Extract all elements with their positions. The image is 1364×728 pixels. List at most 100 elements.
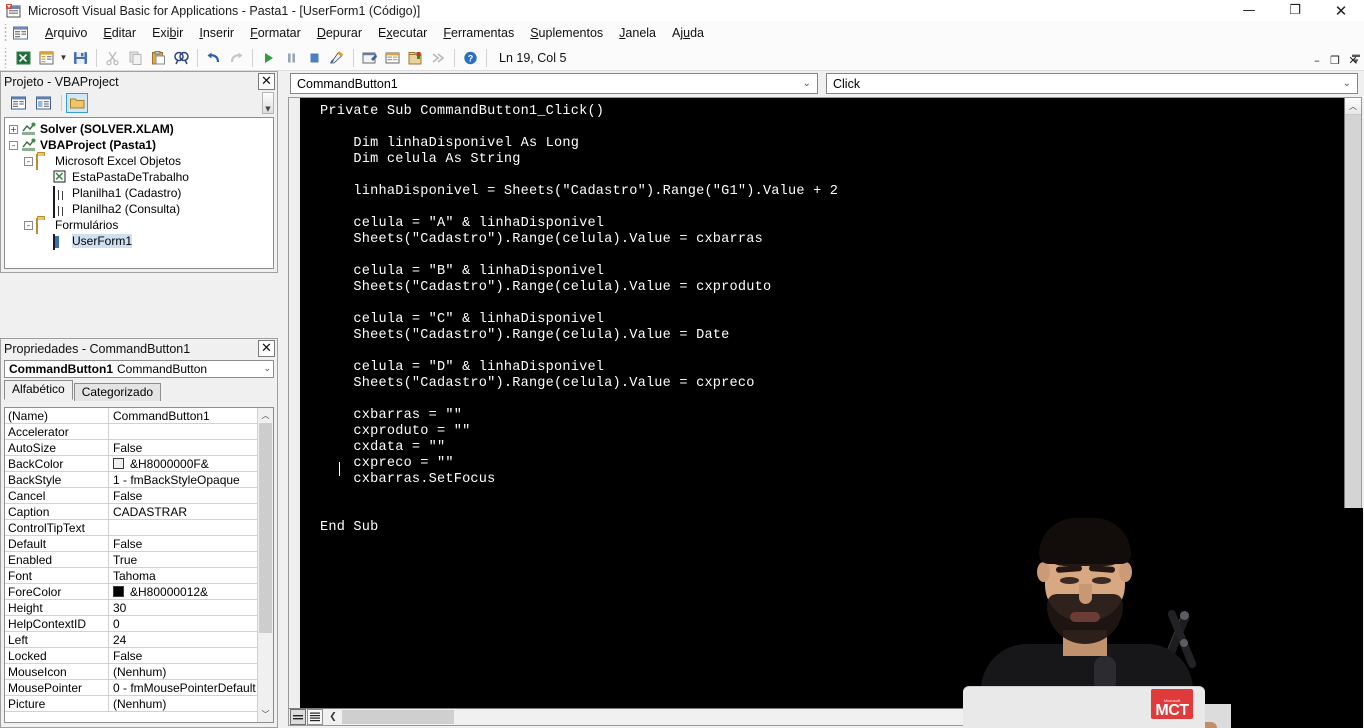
- expander-icon[interactable]: +: [9, 124, 18, 134]
- code-text[interactable]: Private Sub CommandButton1_Click() Dim l…: [302, 98, 1344, 708]
- property-value[interactable]: False: [109, 488, 257, 503]
- property-value[interactable]: 0: [109, 616, 257, 631]
- property-value[interactable]: CADASTRAR: [109, 504, 257, 519]
- scroll-down-icon[interactable]: ﹀: [1345, 691, 1361, 708]
- chevron-down-icon[interactable]: ▼: [58, 47, 69, 69]
- object-combo[interactable]: CommandButton1 ⌄: [290, 73, 818, 94]
- toolbar-grip[interactable]: [2, 47, 10, 68]
- table-row[interactable]: (Name) CommandButton1: [5, 408, 257, 424]
- project-explorer-scroll-thumb[interactable]: ▼: [262, 92, 274, 114]
- scroll-up-icon[interactable]: ︿: [1345, 98, 1361, 115]
- table-row[interactable]: MousePointer 0 - fmMousePointerDefault: [5, 680, 257, 696]
- project-tree[interactable]: + Solver (SOLVER.XLAM) – VBAProject (Pas…: [4, 117, 274, 269]
- object-selector-combo[interactable]: CommandButton1 CommandButton ⌄: [4, 360, 274, 378]
- table-row[interactable]: Cancel False: [5, 488, 257, 504]
- chevron-down-icon[interactable]: ⌄: [1343, 78, 1351, 89]
- menu-item-depurar[interactable]: Depurar: [309, 23, 370, 44]
- menubar-grip[interactable]: [2, 24, 10, 42]
- table-row[interactable]: Locked False: [5, 648, 257, 664]
- chevron-down-icon[interactable]: ⌄: [803, 78, 811, 89]
- property-value[interactable]: False: [109, 440, 257, 455]
- expander-icon[interactable]: –: [9, 140, 18, 150]
- scroll-down-icon[interactable]: ﹀: [258, 707, 273, 722]
- code-vertical-scrollbar[interactable]: ︿ ﹀: [1344, 98, 1361, 708]
- property-value[interactable]: CommandButton1: [109, 408, 257, 423]
- property-value[interactable]: False: [109, 536, 257, 551]
- horizontal-scrollbar-thumb[interactable]: [342, 710, 454, 724]
- scrollbar-track[interactable]: [1345, 115, 1361, 691]
- menu-item-editar[interactable]: Editar: [95, 23, 144, 44]
- property-value[interactable]: 30: [109, 600, 257, 615]
- menu-item-inserir[interactable]: Inserir: [191, 23, 242, 44]
- properties-window-icon[interactable]: [381, 47, 404, 69]
- project-explorer-close-button[interactable]: ✕: [258, 73, 275, 90]
- tab-alfabetico[interactable]: Alfabético: [4, 380, 73, 400]
- find-icon[interactable]: [170, 47, 193, 69]
- property-value[interactable]: 24: [109, 632, 257, 647]
- table-row[interactable]: Left 24: [5, 632, 257, 648]
- table-row[interactable]: Enabled True: [5, 552, 257, 568]
- undo-icon[interactable]: [202, 47, 225, 69]
- table-row[interactable]: Accelerator: [5, 424, 257, 440]
- properties-close-button[interactable]: ✕: [258, 340, 275, 357]
- close-button[interactable]: ✕: [1318, 0, 1364, 21]
- code-horizontal-scrollbar[interactable]: ❮ ❯: [289, 708, 1361, 725]
- property-value[interactable]: (Nenhum): [109, 664, 257, 679]
- object-browser-icon[interactable]: [404, 47, 427, 69]
- menu-item-exibir[interactable]: Exibir: [144, 23, 191, 44]
- table-row[interactable]: AutoSize False: [5, 440, 257, 456]
- property-value[interactable]: False: [109, 648, 257, 663]
- menu-item-formatar[interactable]: Formatar: [242, 23, 309, 44]
- properties-scrollbar[interactable]: ︿ ﹀: [257, 408, 273, 722]
- tree-node-userform1[interactable]: UserForm1: [7, 233, 271, 250]
- horizontal-scrollbar-track[interactable]: [454, 709, 1330, 725]
- expander-icon[interactable]: –: [24, 220, 33, 230]
- chevron-down-icon[interactable]: ⌄: [263, 364, 271, 374]
- table-row[interactable]: Height 30: [5, 600, 257, 616]
- table-row[interactable]: Font Tahoma: [5, 568, 257, 584]
- property-value[interactable]: &H80000012&: [109, 584, 257, 599]
- tree-node-vbaproject[interactable]: – VBAProject (Pasta1): [7, 137, 271, 153]
- menu-item-suplementos[interactable]: Suplementos: [522, 23, 611, 44]
- table-row[interactable]: Picture (Nenhum): [5, 696, 257, 712]
- toggle-folders-icon[interactable]: [66, 93, 88, 113]
- resize-grip[interactable]: [1347, 710, 1361, 724]
- mdi-restore-button[interactable]: ❐: [1326, 51, 1344, 69]
- expander-icon[interactable]: –: [24, 156, 33, 166]
- scrollbar-thumb[interactable]: [259, 423, 272, 633]
- view-object-icon[interactable]: [32, 93, 54, 113]
- mdi-minimize-button[interactable]: –: [1308, 51, 1326, 69]
- property-value[interactable]: [109, 424, 257, 439]
- property-value[interactable]: (Nenhum): [109, 696, 257, 711]
- tree-node-planilha2[interactable]: Planilha2 (Consulta): [7, 201, 271, 218]
- procedure-view-icon[interactable]: [290, 709, 306, 725]
- tree-node-estapastadetrabalho[interactable]: EstaPastaDeTrabalho: [7, 169, 271, 185]
- code-editor-area[interactable]: Private Sub CommandButton1_Click() Dim l…: [288, 97, 1362, 726]
- insert-userform-icon[interactable]: [35, 47, 58, 69]
- tree-node-formularios[interactable]: – Formulários: [7, 217, 271, 234]
- property-value[interactable]: 0 - fmMousePointerDefault: [109, 680, 257, 695]
- table-row[interactable]: MouseIcon (Nenhum): [5, 664, 257, 680]
- table-row[interactable]: Caption CADASTRAR: [5, 504, 257, 520]
- mdi-close-button[interactable]: ✕: [1344, 51, 1362, 69]
- full-module-view-icon[interactable]: [307, 709, 323, 725]
- table-row[interactable]: ControlTipText: [5, 520, 257, 536]
- property-value[interactable]: [109, 520, 257, 535]
- procedure-combo[interactable]: Click ⌄: [826, 73, 1358, 94]
- menu-item-executar[interactable]: Executar: [370, 23, 435, 44]
- table-row[interactable]: BackStyle 1 - fmBackStyleOpaque: [5, 472, 257, 488]
- property-value[interactable]: True: [109, 552, 257, 567]
- run-icon[interactable]: [257, 47, 280, 69]
- menu-item-ferramentas[interactable]: Ferramentas: [435, 23, 522, 44]
- tree-node-planilha1[interactable]: Planilha1 (Cadastro): [7, 185, 271, 202]
- tab-categorizado[interactable]: Categorizado: [73, 383, 162, 401]
- menu-item-janela[interactable]: Janela: [611, 23, 664, 44]
- menu-item-ajuda[interactable]: Ajuda: [664, 23, 712, 44]
- scroll-left-icon[interactable]: ❮: [325, 709, 341, 725]
- property-value[interactable]: &H8000000F&: [109, 456, 257, 471]
- menu-item-arquivo[interactable]: Arquivo: [37, 23, 95, 44]
- code-margin-indicator-bar[interactable]: [289, 98, 301, 725]
- project-explorer-icon[interactable]: [358, 47, 381, 69]
- minimize-button[interactable]: —: [1226, 0, 1272, 21]
- scroll-up-icon[interactable]: ︿: [258, 408, 273, 423]
